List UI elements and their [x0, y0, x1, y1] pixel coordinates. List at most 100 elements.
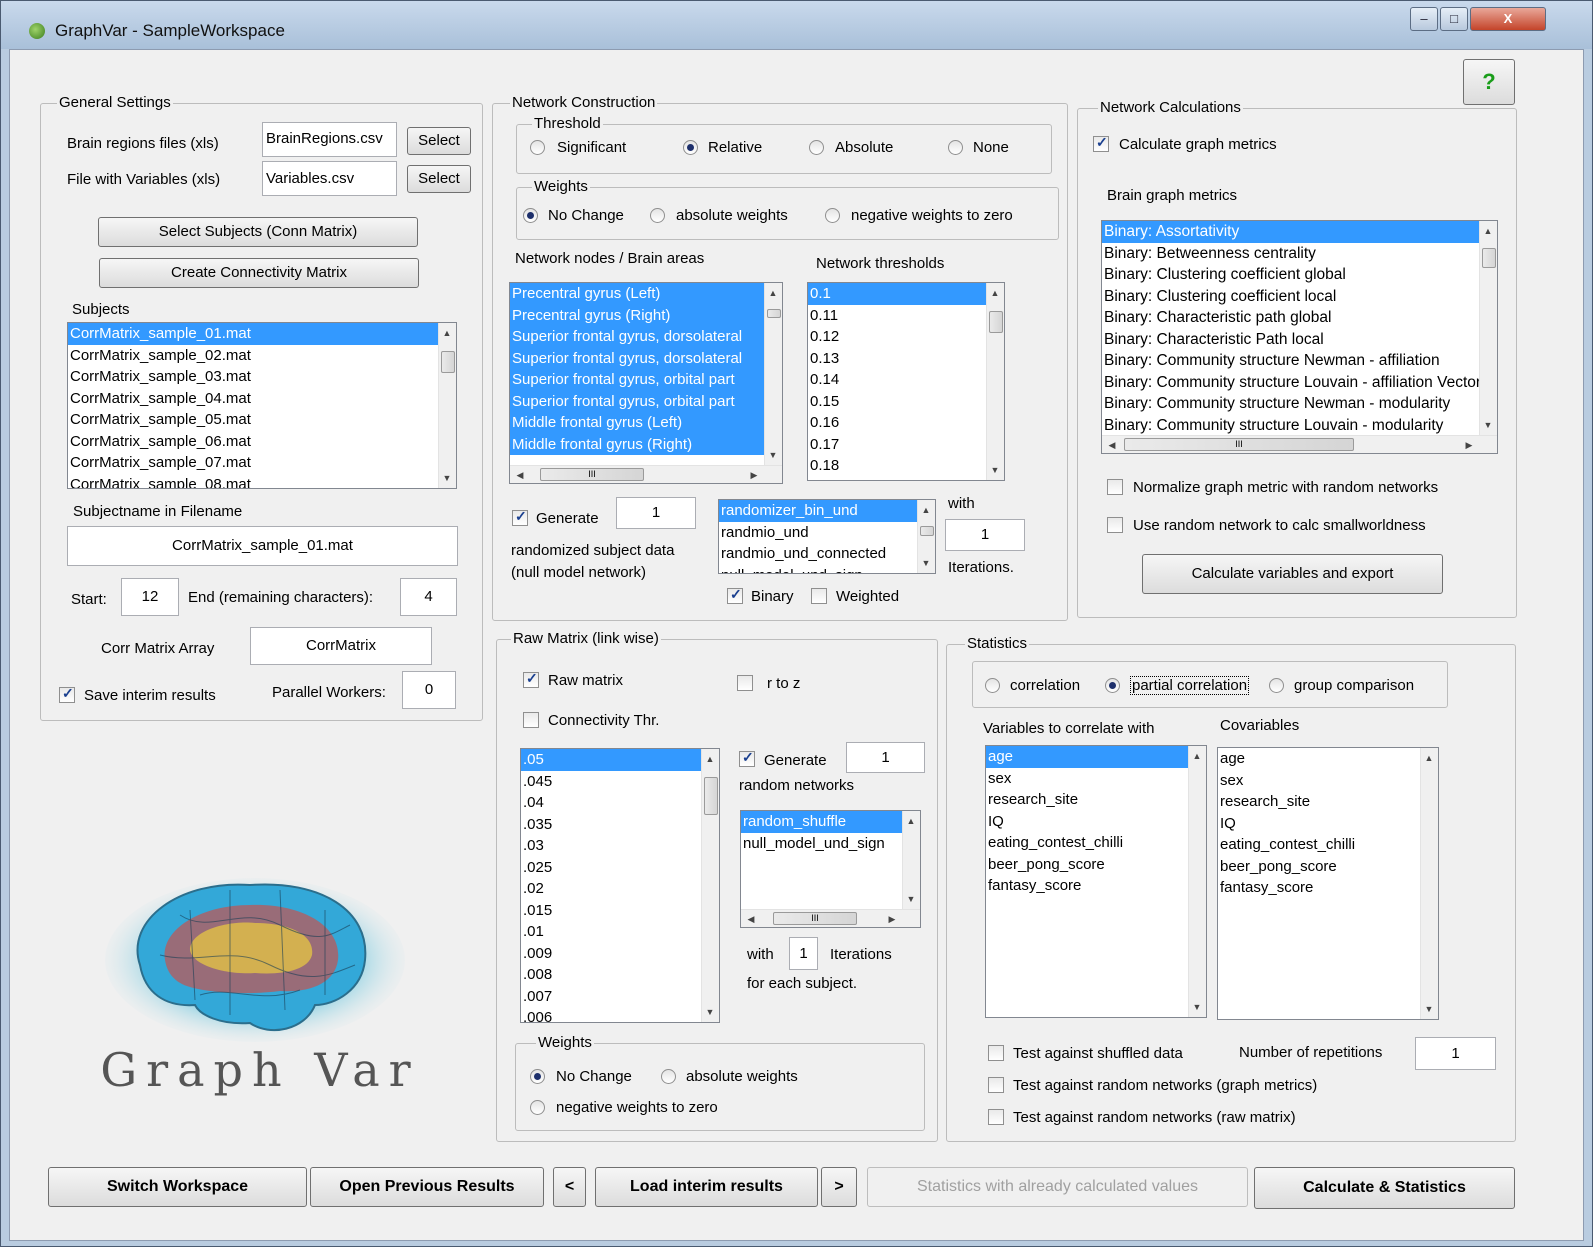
list-item[interactable]: Middle frontal gyrus (Right)	[510, 433, 782, 455]
random-function-list[interactable]: randomizer_bin_und randmio_und randmio_und…	[718, 499, 936, 574]
smallworld-checkbox[interactable]	[1107, 517, 1123, 533]
save-interim-checkbox[interactable]	[59, 685, 75, 703]
brain-regions-field[interactable]: BrainRegions.csv	[262, 122, 397, 157]
list-item[interactable]: IQ	[986, 811, 1206, 833]
list-item[interactable]: random_shuffle	[741, 811, 920, 833]
connectivity-thr-checkbox[interactable]	[523, 712, 539, 728]
list-item[interactable]: age	[986, 746, 1206, 768]
list-item[interactable]: Binary: Community structure Louvain - af…	[1102, 372, 1497, 394]
statistics-already-calculated-button[interactable]: Statistics with already calculated value…	[867, 1167, 1248, 1207]
raw-matrix-checkbox[interactable]	[523, 670, 539, 688]
list-item[interactable]: 0.16	[808, 412, 1004, 434]
load-interim-results-button[interactable]: Load interim results	[595, 1167, 818, 1207]
partial-correlation-radio[interactable]	[1105, 678, 1120, 693]
list-item[interactable]: sex	[1218, 770, 1438, 792]
list-item[interactable]: Binary: Characteristic path global	[1102, 307, 1497, 329]
list-item[interactable]: 0.15	[808, 391, 1004, 413]
thresholds-scrollbar[interactable]: ▲ ▼	[986, 283, 1004, 480]
list-item[interactable]: CorrMatrix_sample_07.mat	[68, 452, 456, 474]
list-item[interactable]: .006	[521, 1007, 719, 1022]
covariables-scrollbar[interactable]: ▲ ▼	[1420, 748, 1438, 1019]
r-to-z-checkbox[interactable]	[737, 675, 753, 691]
list-item[interactable]: eating_contest_chilli	[1218, 834, 1438, 856]
test-random-raw-checkbox[interactable]	[988, 1109, 1004, 1125]
normalize-checkbox[interactable]	[1107, 479, 1123, 495]
list-item[interactable]: 0.14	[808, 369, 1004, 391]
list-item[interactable]: .009	[521, 943, 719, 965]
raw-random-vscroll[interactable]: ▲ ▼	[902, 811, 920, 909]
raw-random-function-list[interactable]: random_shuffle null_model_und_sign ▲ ▼ ◀ …	[740, 810, 921, 928]
list-item[interactable]: randmio_und_connected	[719, 543, 935, 565]
open-previous-results-button[interactable]: Open Previous Results	[310, 1167, 544, 1207]
list-item[interactable]: Superior frontal gyrus, dorsolateral	[510, 326, 782, 348]
raw-weights-negative-zero-radio[interactable]	[530, 1100, 545, 1115]
end-field[interactable]: 4	[400, 578, 457, 616]
list-item[interactable]: 0.11	[808, 305, 1004, 327]
corr-matrix-field[interactable]: CorrMatrix	[250, 627, 432, 665]
raw-generate-count-field[interactable]: 1	[846, 742, 925, 773]
weights-negative-zero-radio[interactable]	[825, 208, 840, 223]
list-item[interactable]: null_model_und_sign	[741, 833, 920, 855]
binary-checkbox[interactable]	[727, 586, 743, 604]
list-item[interactable]: .05	[521, 749, 719, 771]
list-item[interactable]: CorrMatrix_sample_03.mat	[68, 366, 456, 388]
list-item[interactable]: Binary: Community structure Louvain - mo…	[1102, 415, 1497, 437]
list-item[interactable]: Binary: Betweenness centrality	[1102, 243, 1497, 265]
list-item[interactable]: Precentral gyrus (Left)	[510, 283, 782, 305]
list-item[interactable]: .025	[521, 857, 719, 879]
list-item[interactable]: 0.13	[808, 348, 1004, 370]
generate-random-checkbox[interactable]	[512, 508, 528, 526]
list-item[interactable]: Precentral gyrus (Right)	[510, 304, 782, 326]
previous-button[interactable]: <	[553, 1167, 586, 1207]
generate-random-networks-checkbox[interactable]	[739, 749, 755, 767]
generate-count-field[interactable]: 1	[616, 497, 696, 529]
threshold-absolute-radio[interactable]	[809, 140, 824, 155]
list-item[interactable]: IQ	[1218, 813, 1438, 835]
connectivity-thresholds-list[interactable]: .05.045.04.035.03.025.02.015.01.009.008.…	[520, 748, 720, 1023]
network-nodes-list[interactable]: Precentral gyrus (Left) Precentral gyrus …	[509, 282, 783, 484]
list-item[interactable]: Binary: Community structure Newman - mod…	[1102, 393, 1497, 415]
list-item[interactable]: CorrMatrix_sample_01.mat	[68, 323, 456, 345]
calculate-statistics-button[interactable]: Calculate & Statistics	[1254, 1167, 1515, 1209]
correlation-radio[interactable]	[985, 678, 1000, 693]
repetitions-field[interactable]: 1	[1415, 1037, 1496, 1070]
variables-file-field[interactable]: Variables.csv	[262, 161, 397, 196]
list-item[interactable]: .015	[521, 900, 719, 922]
list-item[interactable]: Superior frontal gyrus, orbital part	[510, 369, 782, 391]
start-field[interactable]: 12	[121, 578, 179, 616]
help-button[interactable]: ?	[1463, 59, 1515, 105]
list-item[interactable]: CorrMatrix_sample_08.mat	[68, 474, 456, 489]
covariables-list[interactable]: age sex research_site IQ eating_contest_chil…	[1217, 747, 1439, 1020]
group-comparison-radio[interactable]	[1269, 678, 1284, 693]
maximize-button[interactable]: □	[1440, 7, 1468, 31]
raw-weights-nochange-radio[interactable]	[530, 1069, 545, 1084]
list-item[interactable]: Superior frontal gyrus, dorsolateral	[510, 347, 782, 369]
raw-iterations-field[interactable]: 1	[789, 937, 818, 970]
test-random-graph-checkbox[interactable]	[988, 1077, 1004, 1093]
threshold-none-radio[interactable]	[948, 140, 963, 155]
list-item[interactable]: .04	[521, 792, 719, 814]
conn-thr-scrollbar[interactable]: ▲ ▼	[701, 749, 719, 1022]
list-item[interactable]: sex	[986, 768, 1206, 790]
next-button[interactable]: >	[821, 1167, 857, 1207]
random-function-scrollbar[interactable]: ▲ ▼	[917, 500, 935, 573]
list-item[interactable]: CorrMatrix_sample_06.mat	[68, 431, 456, 453]
iterations-field[interactable]: 1	[945, 519, 1025, 551]
weights-nochange-radio[interactable]	[523, 208, 538, 223]
list-item[interactable]: .008	[521, 964, 719, 986]
list-item[interactable]: Binary: Assortativity	[1102, 221, 1497, 243]
list-item[interactable]: Binary: Clustering coefficient local	[1102, 286, 1497, 308]
select-variables-button[interactable]: Select	[407, 165, 471, 193]
calculate-graph-metrics-checkbox[interactable]	[1093, 134, 1109, 152]
list-item[interactable]: beer_pong_score	[986, 854, 1206, 876]
list-item[interactable]: .007	[521, 986, 719, 1008]
list-item[interactable]: randmio_und	[719, 522, 935, 544]
list-item[interactable]: beer_pong_score	[1218, 856, 1438, 878]
test-shuffled-checkbox[interactable]	[988, 1045, 1004, 1061]
list-item[interactable]: research_site	[986, 789, 1206, 811]
list-item[interactable]: CorrMatrix_sample_05.mat	[68, 409, 456, 431]
list-item[interactable]: Superior frontal gyrus, orbital part	[510, 390, 782, 412]
list-item[interactable]: fantasy_score	[1218, 877, 1438, 899]
nodes-hscroll[interactable]: ◀ III ▶	[510, 465, 782, 483]
variables-list[interactable]: age sex research_site IQ eating_contest_chil…	[985, 745, 1207, 1018]
